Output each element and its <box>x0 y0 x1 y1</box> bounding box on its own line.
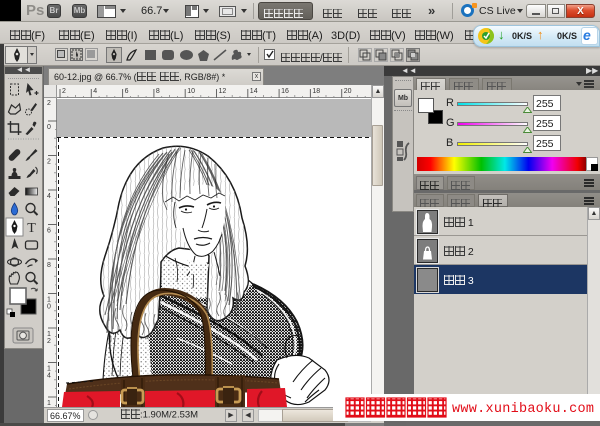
svg-text:20: 20 <box>344 88 352 95</box>
svg-text:1: 1 <box>47 400 51 407</box>
svg-text:2: 2 <box>47 100 51 107</box>
svg-text:T: T <box>27 221 36 236</box>
svg-text:1: 1 <box>47 366 51 373</box>
svg-text:www.xunibaoku.com: www.xunibaoku.com <box>452 402 594 417</box>
svg-text:16: 16 <box>281 88 289 95</box>
svg-text:8: 8 <box>47 262 51 269</box>
svg-text:12: 12 <box>219 88 227 95</box>
svg-text:18: 18 <box>312 88 320 95</box>
svg-text:1: 1 <box>47 331 51 338</box>
svg-text:2: 2 <box>47 159 51 166</box>
svg-text:4: 4 <box>47 193 51 200</box>
svg-text:2: 2 <box>47 338 51 345</box>
svg-text:4: 4 <box>47 373 51 380</box>
svg-text:8: 8 <box>156 88 160 95</box>
svg-text:6: 6 <box>47 228 51 235</box>
svg-text:0: 0 <box>47 124 51 131</box>
svg-text:4: 4 <box>93 88 97 95</box>
svg-text:6: 6 <box>125 88 129 95</box>
svg-text:1: 1 <box>47 297 51 304</box>
svg-text:10: 10 <box>187 88 195 95</box>
svg-text:0: 0 <box>47 304 51 311</box>
svg-text:14: 14 <box>250 88 258 95</box>
svg-text:2: 2 <box>62 88 66 95</box>
